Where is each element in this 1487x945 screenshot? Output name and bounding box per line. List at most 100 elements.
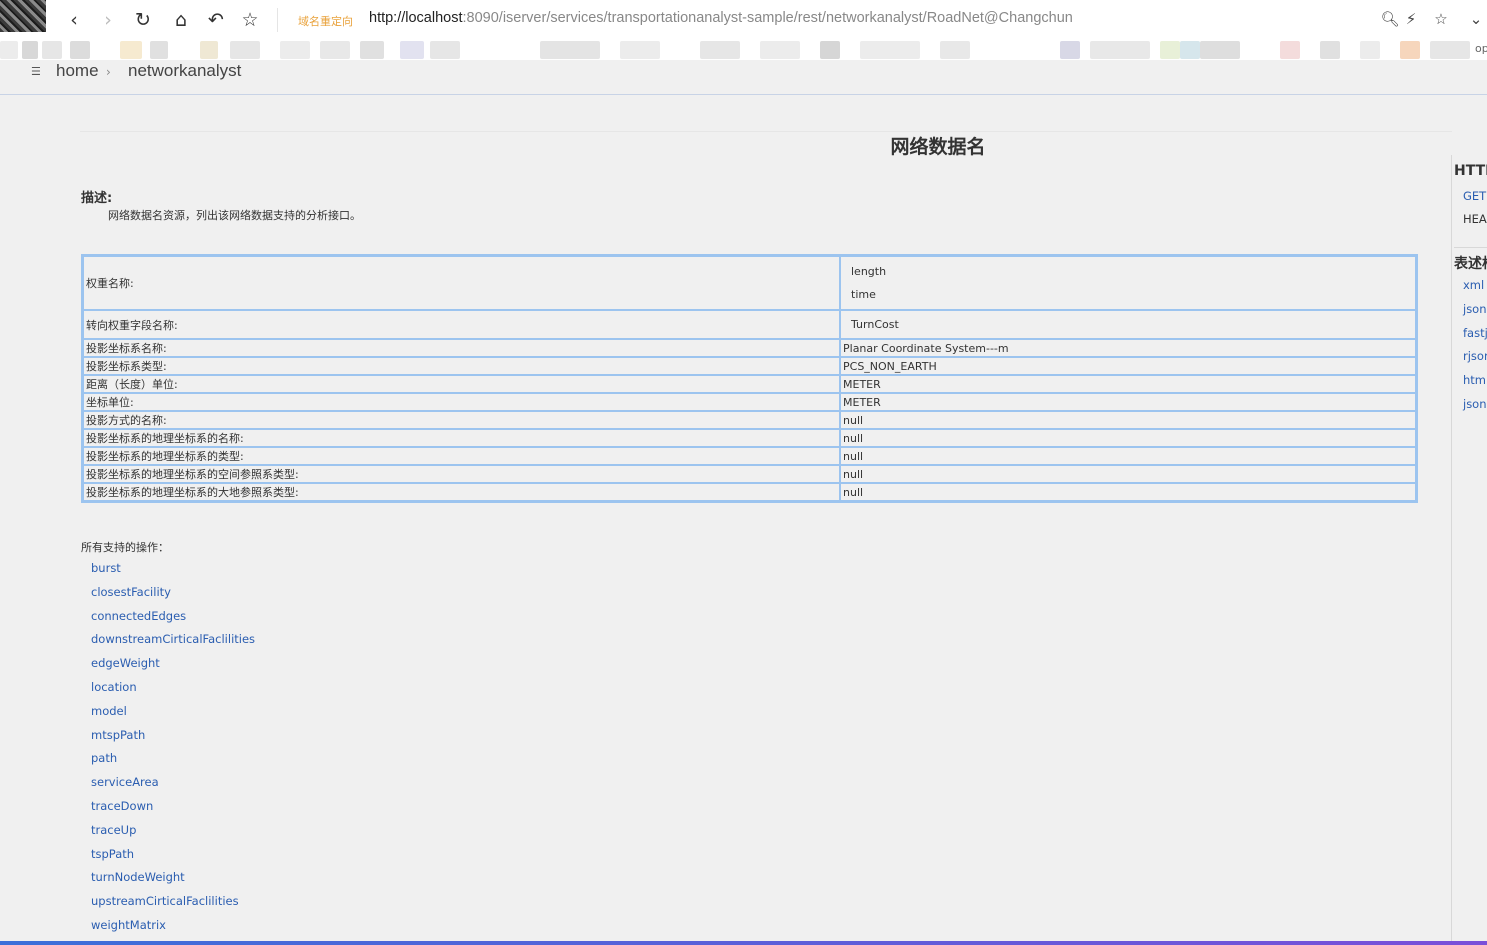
bookmark-item[interactable] (1060, 41, 1080, 59)
redirect-badge[interactable]: 域名重定向 (298, 13, 353, 29)
operations-list: burst closestFacility connectedEdges downst… (91, 558, 255, 939)
address-bar[interactable]: http://localhost:8090/iserver/services/t… (369, 10, 1073, 26)
sidebar-divider (1454, 247, 1487, 248)
bookmark-item[interactable] (620, 41, 660, 59)
operation-link[interactable]: model (91, 704, 127, 718)
list-item: turnNodeWeight (91, 867, 255, 891)
property-key: 距离（长度）单位: (81, 374, 841, 394)
operation-link[interactable]: serviceArea (91, 775, 159, 789)
undo-icon[interactable]: ↶ (204, 8, 228, 32)
breadcrumb-home-link[interactable]: home (56, 61, 99, 81)
bookmark-item[interactable] (22, 41, 38, 59)
property-value: null (839, 446, 1418, 466)
http-methods-heading: HTTP (1454, 163, 1487, 179)
operation-link[interactable]: path (91, 751, 117, 765)
operations-heading: 所有支持的操作： (81, 541, 169, 554)
method-get-link[interactable]: GET (1463, 189, 1486, 203)
bookmark-item[interactable] (1280, 41, 1300, 59)
operation-link[interactable]: downstreamCirticalFaclilities (91, 632, 255, 646)
bookmark-item[interactable] (400, 41, 424, 59)
bookmark-item[interactable] (230, 41, 260, 59)
breadcrumb-current: networkanalyst (128, 61, 242, 80)
list-item: location (91, 677, 255, 701)
property-value: null (839, 464, 1418, 484)
format-link[interactable]: fastjson (1463, 326, 1487, 340)
forward-arrow-icon[interactable]: › (96, 8, 120, 32)
property-key: 投影方式的名称: (81, 410, 841, 430)
bookmark-item[interactable] (1320, 41, 1340, 59)
bookmark-item[interactable] (1200, 41, 1240, 59)
bookmark-item[interactable] (0, 41, 18, 59)
bookmark-item[interactable] (320, 41, 350, 59)
format-link[interactable]: xml (1463, 278, 1484, 292)
list-item: serviceArea (91, 772, 255, 796)
bookmark-item[interactable] (860, 41, 920, 59)
format-link[interactable]: jsonp (1463, 397, 1487, 411)
chevron-down-icon[interactable]: ⌄ (1466, 9, 1486, 29)
home-icon[interactable]: ⌂ (169, 8, 193, 32)
bookmark-item[interactable] (1360, 41, 1380, 59)
table-row: 坐标单位: METER (81, 392, 1418, 412)
bookmark-item[interactable] (540, 41, 600, 59)
table-row: 投影坐标系的地理坐标系的类型: null (81, 446, 1418, 466)
property-value: METER (839, 392, 1418, 412)
table-row: 距离（长度）单位: METER (81, 374, 1418, 394)
operation-link[interactable]: closestFacility (91, 585, 171, 599)
format-link[interactable]: json (1463, 302, 1487, 316)
operation-link[interactable]: location (91, 680, 137, 694)
operation-link[interactable]: tspPath (91, 847, 134, 861)
right-sidebar: HTTP GET HEAD 表述格 xml json fastjson rjso… (1451, 155, 1487, 945)
reload-icon[interactable]: ↻ (131, 8, 155, 32)
profile-avatar[interactable] (0, 0, 46, 32)
operation-link[interactable]: mtspPath (91, 728, 145, 742)
property-value: PCS_NON_EARTH (839, 356, 1418, 376)
list-item: burst (91, 558, 255, 582)
bookmark-item[interactable] (150, 41, 168, 59)
list-item: upstreamCirticalFaclilities (91, 891, 255, 915)
table-row: 投影坐标系的地理坐标系的名称: null (81, 428, 1418, 448)
bookmark-item[interactable] (1090, 41, 1150, 59)
bookmark-item[interactable] (760, 41, 800, 59)
bookmark-item[interactable] (700, 41, 740, 59)
bookmark-item[interactable] (200, 41, 218, 59)
bookmark-item[interactable] (70, 41, 90, 59)
property-key: 投影坐标系的地理坐标系的大地参照系类型: (81, 482, 841, 503)
bookmark-item[interactable] (1430, 41, 1470, 59)
operation-link[interactable]: upstreamCirticalFaclilities (91, 894, 239, 908)
back-arrow-icon[interactable]: ‹ (62, 8, 86, 32)
bookmark-item[interactable] (120, 41, 142, 59)
bookmark-item[interactable] (820, 41, 840, 59)
format-link[interactable]: html (1463, 373, 1487, 387)
lightning-icon[interactable]: ⚡︎ (1401, 9, 1421, 29)
bookmark-item[interactable] (430, 41, 460, 59)
bookmark-item[interactable] (1160, 41, 1180, 59)
bookmark-item[interactable] (280, 41, 310, 59)
operation-link[interactable]: traceUp (91, 823, 136, 837)
table-row: 投影坐标系的地理坐标系的大地参照系类型: null (81, 482, 1418, 503)
operation-link[interactable]: edgeWeight (91, 656, 160, 670)
bookmark-item[interactable] (1180, 41, 1200, 59)
table-row: 转向权重字段名称: TurnCost (81, 309, 1418, 340)
list-item: edgeWeight (91, 653, 255, 677)
bookmark-star-icon[interactable]: ☆ (238, 8, 262, 32)
method-head-text: HEAD (1463, 212, 1487, 226)
bookmark-item[interactable] (940, 41, 970, 59)
property-value: null (839, 410, 1418, 430)
table-row: 权重名称: length time (81, 254, 1418, 311)
search-icon[interactable]: 🔍︎ (1380, 9, 1400, 29)
operation-link[interactable]: burst (91, 561, 121, 575)
bookmark-item[interactable] (1400, 41, 1420, 59)
operation-link[interactable]: turnNodeWeight (91, 870, 185, 884)
bookmarks-overflow[interactable]: op (1475, 42, 1487, 55)
list-item: mtspPath (91, 725, 255, 749)
bookmark-item[interactable] (42, 41, 62, 59)
operation-link[interactable]: connectedEdges (91, 609, 186, 623)
weight-value: length (851, 265, 887, 278)
favorite-star-icon[interactable]: ☆ (1431, 9, 1451, 29)
operation-link[interactable]: traceDown (91, 799, 153, 813)
url-host: http://localhost (369, 10, 463, 26)
property-value: null (839, 428, 1418, 448)
bookmark-item[interactable] (360, 41, 384, 59)
format-link[interactable]: rjson (1463, 349, 1487, 363)
operation-link[interactable]: weightMatrix (91, 918, 166, 932)
